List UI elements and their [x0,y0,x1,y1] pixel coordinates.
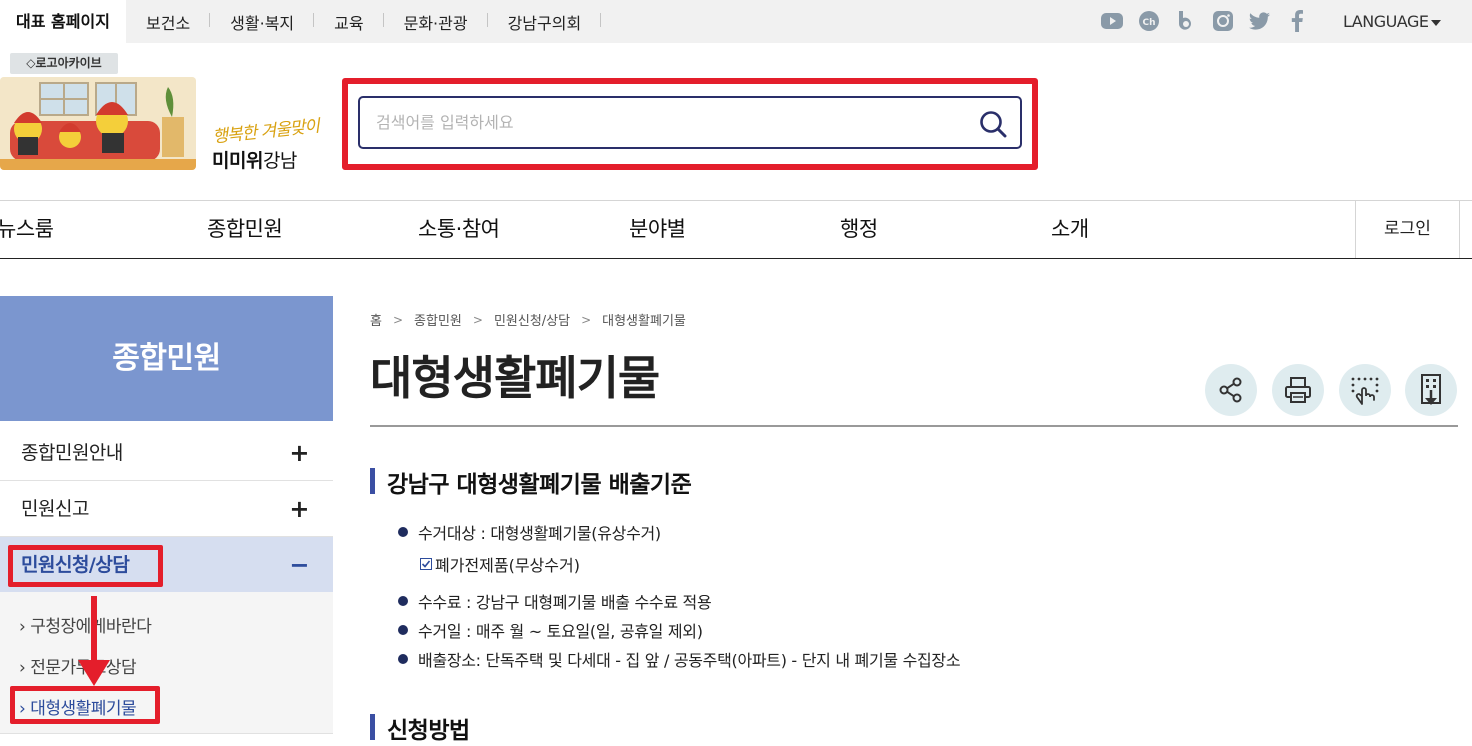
top-link-health-center[interactable]: 보건소 [126,10,211,34]
breadcrumb-civil-service[interactable]: 종합민원 [414,310,462,329]
breadcrumb-separator: > [472,312,483,327]
gnb-item-about[interactable]: 소개 [1051,201,1089,258]
facebook-icon[interactable] [1285,9,1309,33]
criteria-item-fee: 수수료 : 강남구 대형폐기물 배출 수수료 적용 [398,589,712,613]
logo-illustration [0,77,196,170]
side-nav-item-guide[interactable]: 종합민원안내 + [0,425,333,481]
plus-icon[interactable]: + [289,481,309,537]
social-links: Ch [1100,9,1322,33]
gnb-item-civil-service[interactable]: 종합민원 [207,201,283,258]
criteria-subitem-label: 폐가전제품(무상수거) [435,556,580,575]
logo-name: 미미위강남 [212,146,297,173]
criteria-item-target: 수거대상 : 대형생활폐기물(유상수거) [398,520,661,544]
minus-icon[interactable]: − [289,537,309,593]
side-nav-item-label: 종합민원안내 [21,442,123,464]
search-icon[interactable] [976,107,1010,141]
submenu-item-mayor[interactable]: › 구청장에게바란다 [19,612,152,637]
logo-tagline: 행복한 겨울맞이 [211,116,320,148]
search-box [358,96,1022,149]
criteria-subitem-appliance: 폐가전제품(무상수거) [420,552,580,576]
logo-archive-label: 로고아카이브 [35,56,102,70]
gnb-item-by-field[interactable]: 분야별 [629,201,686,258]
breadcrumb: 홈 > 종합민원 > 민원신청/상담 > 대형생활폐기물 [370,310,686,330]
site-logo[interactable]: 행복한 겨울맞이 미미위강남 [0,77,320,173]
gnb-item-newsroom[interactable]: 뉴스룸 [0,201,54,258]
top-link-education[interactable]: 교육 [314,10,385,34]
logo-archive-badge[interactable]: ◇로고아카이브 [10,53,118,74]
section-title-how-to-apply: 신청방법 [370,711,470,745]
plus-icon[interactable]: + [289,425,309,481]
top-link-welfare[interactable]: 생활·복지 [210,10,315,34]
share-icon[interactable] [1205,364,1257,416]
criteria-item-location: 배출장소: 단독주택 및 다세대 - 집 앞 / 공동주택(아파트) - 단지 … [398,647,961,671]
gnb-item-administration[interactable]: 행정 [840,201,878,258]
breadcrumb-separator: > [392,312,404,327]
top-link-council[interactable]: 강남구의회 [488,10,602,34]
svg-text:Ch: Ch [1142,18,1155,28]
main-homepage-tab[interactable]: 대표 홈페이지 [0,0,126,43]
logo-name-bold: 미미위 [212,150,263,172]
language-label: LANGUAGE [1343,12,1429,31]
breadcrumb-current: 대형생활폐기물 [602,314,686,329]
building-download-icon[interactable] [1405,364,1457,416]
instagram-icon[interactable] [1211,9,1235,33]
breadcrumb-application[interactable]: 민원신청/상담 [494,310,570,329]
breadcrumb-home[interactable]: 홈 [370,310,382,329]
annotation-arrow-down-icon [78,660,110,686]
kakao-channel-icon[interactable]: Ch [1137,9,1161,33]
top-links: 보건소 생활·복지 교육 문화·관광 강남구의회 [126,0,601,43]
login-button[interactable]: 로그인 [1355,201,1460,258]
gnb-item-participation[interactable]: 소통·참여 [418,201,500,258]
print-icon[interactable] [1272,364,1324,416]
chevron-right-icon: › [19,617,26,637]
checkbox-icon [420,558,432,570]
breadcrumb-separator: > [581,312,592,327]
youtube-icon[interactable] [1100,9,1124,33]
language-selector[interactable]: LANGUAGE [1343,0,1442,43]
section-title-criteria: 강남구 대형생활폐기물 배출기준 [370,465,692,499]
logo-name-light: 강남 [262,150,297,172]
twitter-icon[interactable] [1248,9,1272,33]
chevron-right-icon: › [19,658,26,678]
blog-icon[interactable] [1174,9,1198,33]
title-divider [370,425,1458,427]
top-link-culture[interactable]: 문화·관광 [384,10,488,34]
side-nav-title: 종합민원 [0,296,333,421]
annotation-arrow-shaft [91,596,97,666]
criteria-item-collection-day: 수거일 : 매주 월 ~ 토요일(일, 공휴일 제외) [398,618,703,642]
search-input[interactable] [376,98,956,147]
side-nav-item-report[interactable]: 민원신고 + [0,481,333,537]
side-nav-item-label: 민원신고 [21,498,89,520]
caret-down-icon [1431,19,1442,26]
top-utility-bar: 대표 홈페이지 보건소 생활·복지 교육 문화·관광 강남구의회 Ch LANG… [0,0,1472,43]
touch-icon[interactable] [1339,364,1391,416]
current-page-highlight-annotation [10,686,160,724]
main-navigation: 뉴스룸 종합민원 소통·참여 분야별 행정 소개 로그인 [0,200,1472,259]
page-title: 대형생활폐기물 [370,351,660,405]
active-menu-highlight-annotation [8,545,163,587]
